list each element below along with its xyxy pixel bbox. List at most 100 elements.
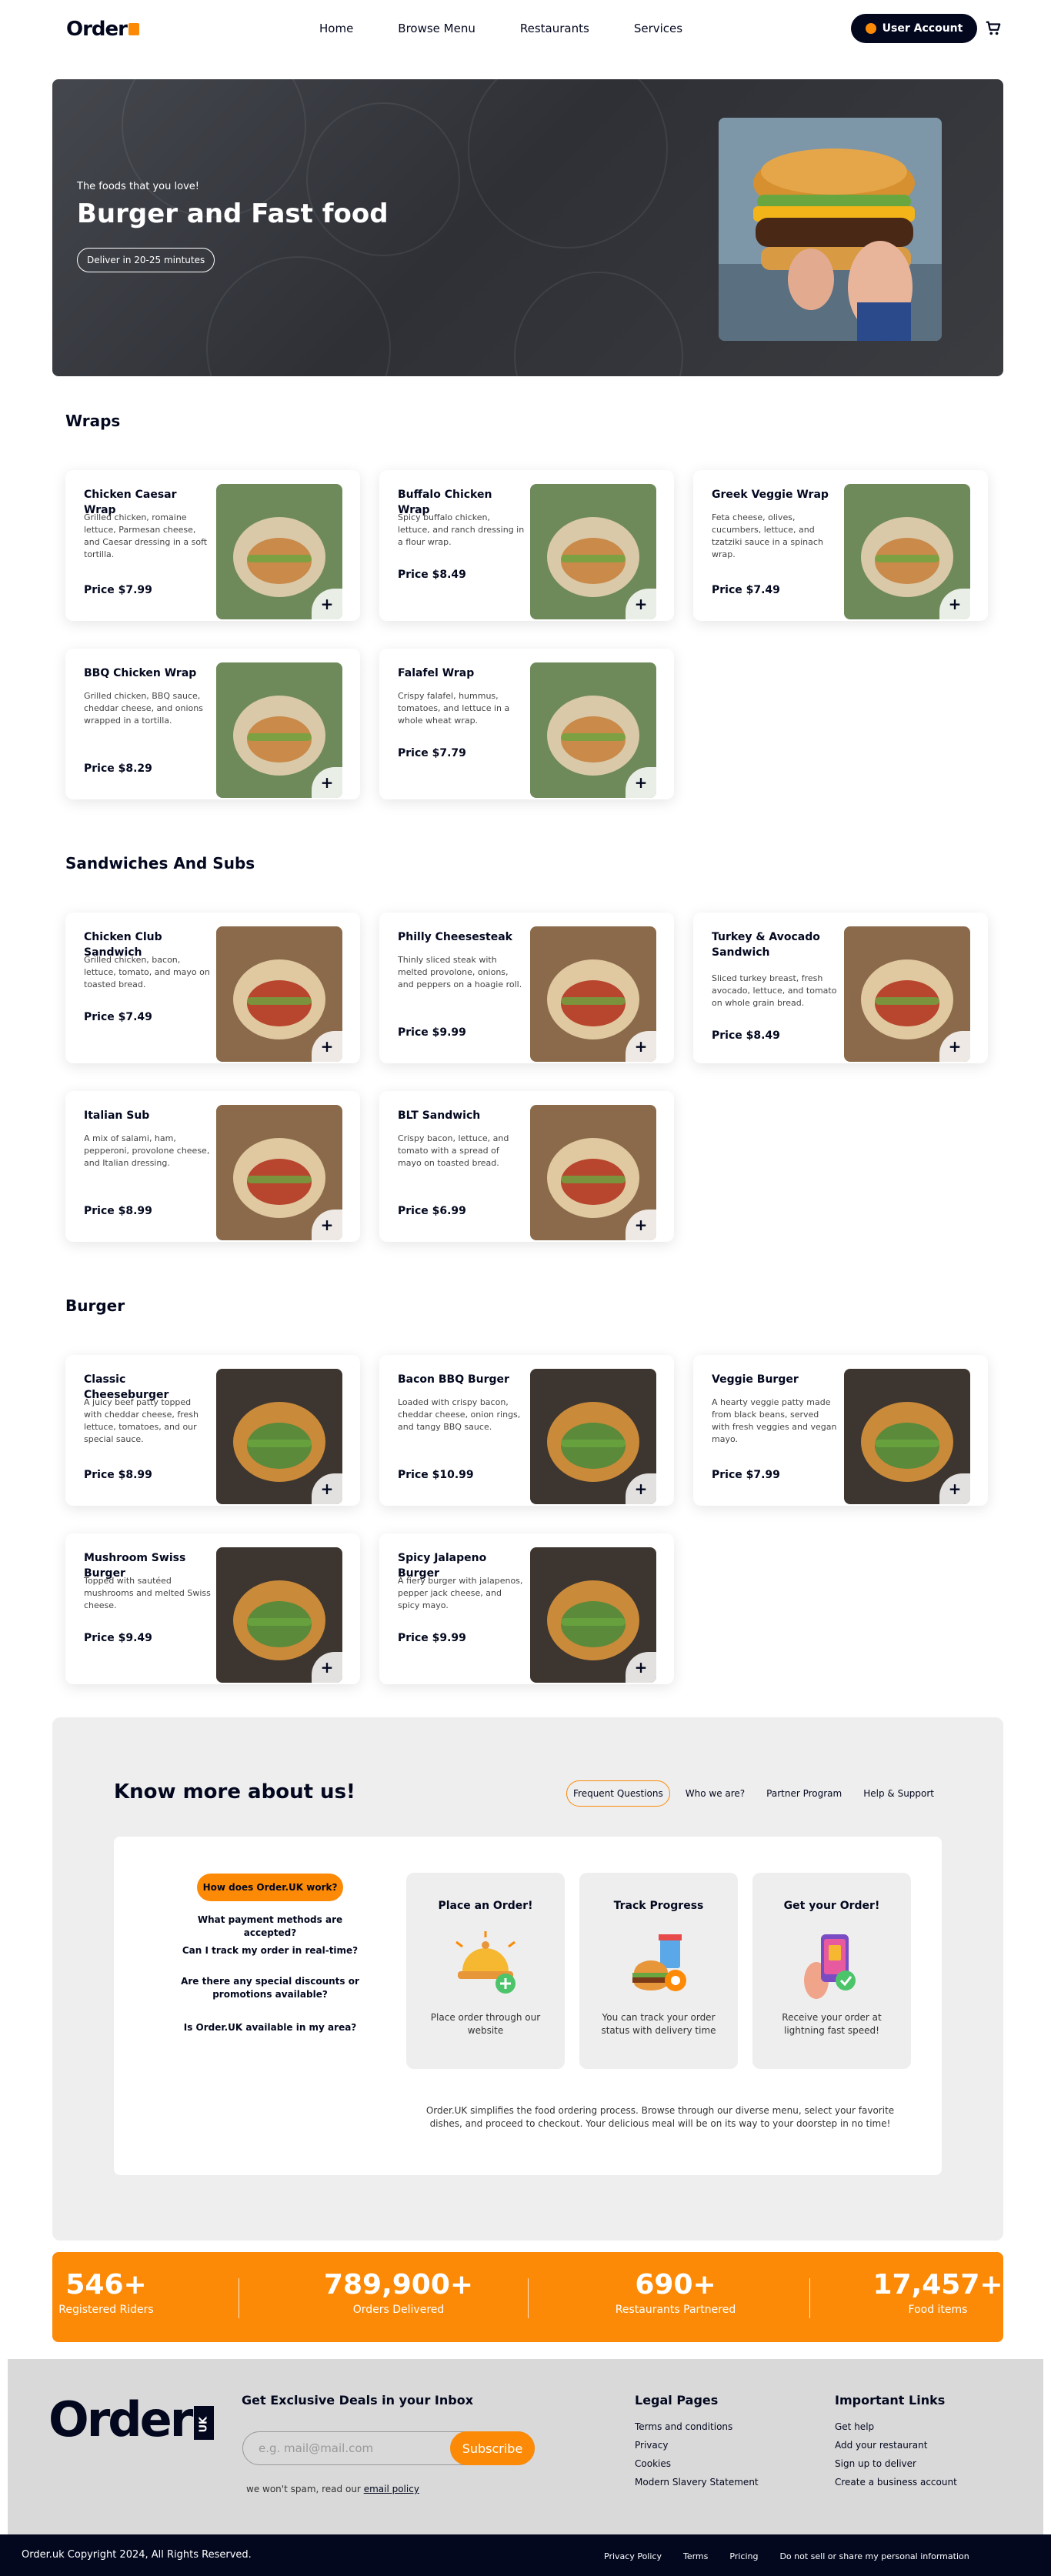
menu-item-price: Price $9.99 [398,1632,466,1644]
tab-who-we-are[interactable]: Who we are? [679,1780,751,1807]
tab-help-support[interactable]: Help & Support [857,1780,940,1807]
menu-item-card[interactable]: Classic Cheeseburger A juicy beef patty t… [65,1355,360,1506]
order-bell-icon [455,1931,515,1994]
faq-payment-methods[interactable]: What payment methods are accepted? [174,1914,366,1940]
bottom-bar: Order.uk Copyright 2024, All Rights Rese… [0,2534,1051,2576]
menu-item-price: Price $8.49 [712,1029,780,1042]
important-link[interactable]: Add your restaurant [835,2440,957,2451]
menu-item-description: A mix of salami, ham, pepperoni, provolo… [84,1133,210,1168]
stat-food-items: 17,457+ Food items [872,2269,1003,2316]
bottom-link-do-not-sell[interactable]: Do not sell or share my personal informa… [779,2551,969,2561]
footer-logo[interactable]: Order UK [48,2391,215,2448]
nav-link-restaurants[interactable]: Restaurants [520,22,589,35]
menu-item-description: Loaded with crispy bacon, cheddar cheese… [398,1397,521,1432]
menu-item-description: Grilled chicken, bacon, lettuce, tomato,… [84,955,210,989]
faq-panel: How does Order.UK work? What payment met… [114,1837,942,2175]
legal-pages-column: Legal Pages Terms and conditions Privacy… [635,2393,759,2495]
step-title: Place an Order! [438,1900,533,1912]
menu-item-description: Topped with sautéed mushrooms and melted… [84,1576,211,1610]
user-account-button[interactable]: User Account [851,14,977,43]
tab-frequent-questions[interactable]: Frequent Questions [566,1780,670,1807]
menu-item-card[interactable]: Veggie Burger A hearty veggie patty made … [693,1355,988,1506]
important-link[interactable]: Create a business account [835,2477,957,2488]
hero-banner: The foods that you love! Burger and Fast… [52,79,1003,376]
about-tabs: Frequent Questions Who we are? Partner P… [566,1780,940,1807]
about-title: Know more about us! [114,1780,355,1804]
tab-partner-program[interactable]: Partner Program [760,1780,848,1807]
faq-availability[interactable]: Is Order.UK available in my area? [174,2021,366,2034]
hero-burger-image [719,118,942,341]
email-policy-link[interactable]: email policy [364,2484,419,2494]
menu-item-name: Bacon BBQ Burger [398,1373,509,1386]
stat-divider [528,2278,529,2318]
menu-item-name: Philly Cheesesteak [398,931,512,943]
menu-item-card[interactable]: Turkey & Avocado Sandwich Sliced turkey b… [693,913,988,1063]
menu-item-card[interactable]: Philly Cheesesteak Thinly sliced steak wi… [379,913,674,1063]
menu-item-price: Price $6.99 [398,1205,466,1217]
nav-link-browse-menu[interactable]: Browse Menu [398,22,475,35]
subscribe-button[interactable]: Subscribe [450,2431,535,2465]
menu-item-card[interactable]: Bacon BBQ Burger Loaded with crispy bacon… [379,1355,674,1506]
stat-restaurants: 690+ Restaurants Partnered [560,2269,791,2316]
menu-item-card[interactable]: Mushroom Swiss Burger Topped with sautéed… [65,1533,360,1684]
menu-item-price: Price $7.79 [398,747,466,759]
stat-divider [809,2278,810,2318]
nav-links: Home Browse Menu Restaurants Services [319,22,682,35]
nav-link-home[interactable]: Home [319,22,353,35]
menu-item-card[interactable]: Spicy Jalapeno Burger A fiery burger with… [379,1533,674,1684]
copyright: Order.uk Copyright 2024, All Rights Rese… [22,2549,252,2561]
menu-item-price: Price $8.99 [84,1205,152,1217]
menu-item-card[interactable]: Falafel Wrap Crispy falafel, hummus, toma… [379,649,674,799]
cart-icon[interactable] [985,20,1002,37]
menu-item-card[interactable]: Chicken Club Sandwich Grilled chicken, ba… [65,913,360,1063]
logo[interactable]: Order [66,18,139,41]
about-paragraph: Order.UK simplifies the food ordering pr… [425,2105,895,2129]
logo-badge [128,22,139,35]
section-title: Sandwiches And Subs [65,854,255,873]
legal-link[interactable]: Privacy [635,2440,759,2451]
menu-item-card[interactable]: Italian Sub A mix of salami, ham, peppero… [65,1091,360,1242]
important-link[interactable]: Sign up to deliver [835,2458,957,2469]
legal-link[interactable]: Cookies [635,2458,759,2469]
bottom-link-privacy[interactable]: Privacy Policy [604,2551,662,2561]
legal-link[interactable]: Terms and conditions [635,2421,759,2432]
faq-track-order[interactable]: Can I track my order in real-time? [174,1944,366,1957]
spam-note: we won't spam, read our email policy [246,2484,419,2494]
faq-how-it-works[interactable]: How does Order.UK work? [197,1874,343,1901]
stat-number: 789,900+ [323,2269,474,2301]
menu-item-price: Price $8.29 [84,762,152,775]
menu-item-name: Italian Sub [84,1109,150,1122]
menu-item-description: A juicy beef patty topped with cheddar c… [84,1397,199,1444]
step-title: Get your Order! [783,1900,880,1912]
footer: Order UK Get Exclusive Deals in your Inb… [8,2359,1043,2534]
menu-item-name: Veggie Burger [712,1373,799,1386]
menu-item-card[interactable]: BLT Sandwich Crispy bacon, lettuce, and t… [379,1091,674,1242]
menu-item-card[interactable]: Greek Veggie Wrap Feta cheese, olives, cu… [693,470,988,621]
legal-link[interactable]: Modern Slavery Statement [635,2477,759,2488]
stat-number: 690+ [635,2269,716,2301]
menu-item-card[interactable]: Chicken Caesar Wrap Grilled chicken, roma… [65,470,360,621]
step-desc: You can track your order status with del… [601,2012,716,2036]
section-title: Wraps [65,412,121,430]
menu-item-description: A fiery burger with jalapenos, pepper ja… [398,1576,523,1610]
stat-label: Registered Riders [58,2304,154,2316]
menu-item-card[interactable]: Buffalo Chicken Wrap Spicy buffalo chicke… [379,470,674,621]
spam-note-text: we won't spam, read our [246,2484,361,2494]
menu-item-price: Price $10.99 [398,1469,474,1481]
menu-item-price: Price $8.49 [398,569,466,581]
faq-discounts[interactable]: Are there any special discounts or promo… [174,1975,366,2001]
footer-logo-badge-text: UK [198,2416,210,2432]
step-desc: Receive your order at lightning fast spe… [782,2012,882,2036]
important-link[interactable]: Get help [835,2421,957,2432]
hero-plate-decoration [206,256,391,376]
deals-title: Get Exclusive Deals in your Inbox [242,2393,474,2407]
menu-item-price: Price $9.49 [84,1632,152,1644]
important-links-column: Important Links Get help Add your restau… [835,2393,957,2495]
menu-item-card[interactable]: BBQ Chicken Wrap Grilled chicken, BBQ sau… [65,649,360,799]
nav-link-services[interactable]: Services [634,22,682,35]
hero-title: Burger and Fast food [77,199,389,229]
menu-item-price: Price $7.49 [84,1011,152,1023]
hero-plate-decoration [468,79,668,249]
bottom-link-pricing[interactable]: Pricing [729,2551,758,2561]
bottom-link-terms[interactable]: Terms [683,2551,708,2561]
